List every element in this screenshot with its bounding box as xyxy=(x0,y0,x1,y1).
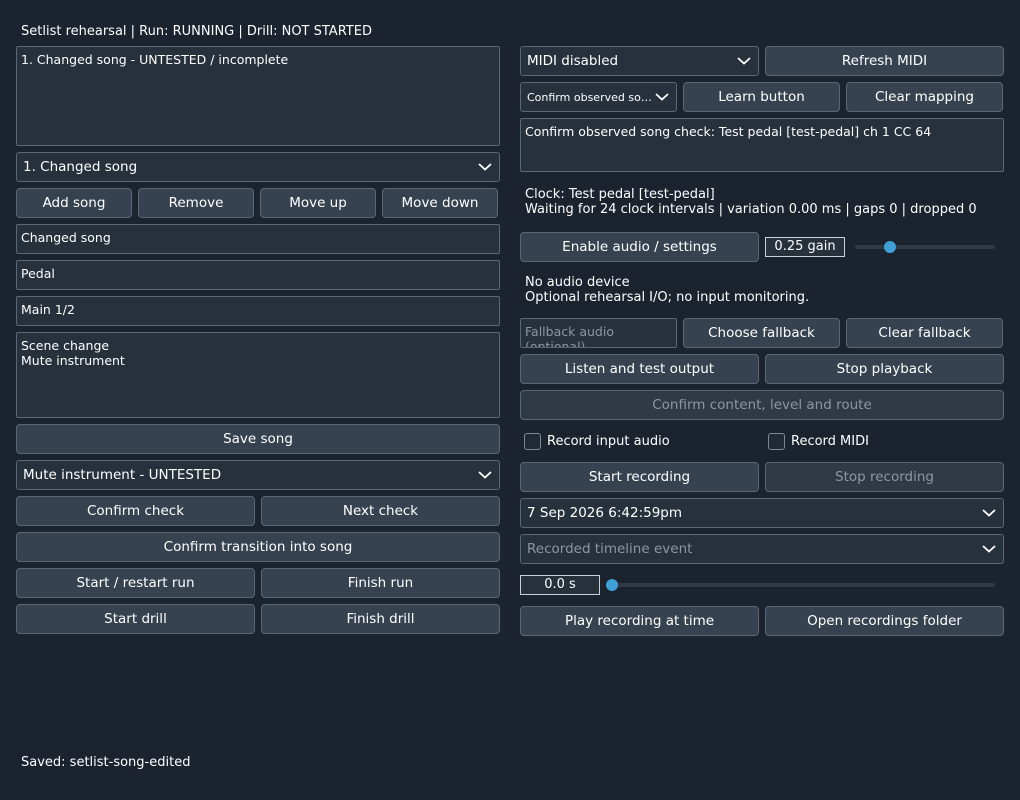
song-select[interactable]: 1. Changed song xyxy=(16,152,500,182)
confirm-check-button[interactable]: Confirm check xyxy=(16,496,255,526)
recording-date-select[interactable]: 7 Sep 2026 6:42:59pm xyxy=(520,498,1004,528)
next-check-button[interactable]: Next check xyxy=(261,496,500,526)
play-recording-button[interactable]: Play recording at time xyxy=(520,606,759,636)
stop-playback-button[interactable]: Stop playback xyxy=(765,354,1004,384)
start-recording-button[interactable]: Start recording xyxy=(520,462,759,492)
remove-song-button[interactable]: Remove xyxy=(138,188,254,218)
saved-status: Saved: setlist-song-edited xyxy=(21,755,191,770)
gain-value: 0.25 gain xyxy=(765,237,845,257)
clear-fallback-button[interactable]: Clear fallback xyxy=(846,318,1003,348)
clock-status-label: Waiting for 24 clock intervals | variati… xyxy=(525,202,977,217)
chevron-down-icon xyxy=(477,162,493,172)
move-down-button[interactable]: Move down xyxy=(382,188,498,218)
add-song-button[interactable]: Add song xyxy=(16,188,132,218)
mapping-target-value: Confirm observed song... xyxy=(527,90,654,104)
audio-device-status: No audio device xyxy=(525,275,630,290)
timeline-event-select[interactable]: Recorded timeline event xyxy=(520,534,1004,564)
audio-io-note: Optional rehearsal I/O; no input monitor… xyxy=(525,290,810,305)
chevron-down-icon xyxy=(981,544,997,554)
clear-mapping-button[interactable]: Clear mapping xyxy=(846,82,1003,112)
recording-date-value: 7 Sep 2026 6:42:59pm xyxy=(527,505,683,521)
chevron-down-icon xyxy=(477,470,493,480)
chevron-down-icon xyxy=(981,508,997,518)
chevron-down-icon xyxy=(654,92,670,102)
song-select-value: 1. Changed song xyxy=(23,159,138,175)
time-slider-handle[interactable] xyxy=(606,579,618,591)
save-song-button[interactable]: Save song xyxy=(16,424,500,454)
song-list[interactable]: 1. Changed song - UNTESTED / incomplete xyxy=(16,46,500,146)
song-name-field[interactable]: Changed song xyxy=(16,224,500,254)
enable-audio-button[interactable]: Enable audio / settings xyxy=(520,232,759,262)
refresh-midi-button[interactable]: Refresh MIDI xyxy=(765,46,1004,76)
patch-field[interactable]: Main 1/2 xyxy=(16,296,500,326)
finish-run-button[interactable]: Finish run xyxy=(261,568,500,598)
time-value: 0.0 s xyxy=(520,575,600,595)
pedal-field[interactable]: Pedal xyxy=(16,260,500,290)
gain-slider-track[interactable] xyxy=(855,245,995,249)
listen-test-output-button[interactable]: Listen and test output xyxy=(520,354,759,384)
record-input-audio-checkbox[interactable] xyxy=(524,433,541,450)
mapping-target-select[interactable]: Confirm observed song... xyxy=(520,82,677,112)
record-input-audio-label: Record input audio xyxy=(547,434,670,449)
fallback-audio-field[interactable]: Fallback audio (optional) xyxy=(520,318,677,348)
gain-slider-handle[interactable] xyxy=(884,241,896,253)
midi-device-select[interactable]: MIDI disabled xyxy=(520,46,759,76)
open-recordings-folder-button[interactable]: Open recordings folder xyxy=(765,606,1004,636)
record-midi-label: Record MIDI xyxy=(791,434,869,449)
learn-button[interactable]: Learn button xyxy=(683,82,840,112)
mapping-status-field[interactable]: Confirm observed song check: Test pedal … xyxy=(520,118,1004,172)
confirm-transition-button[interactable]: Confirm transition into song xyxy=(16,532,500,562)
start-drill-button[interactable]: Start drill xyxy=(16,604,255,634)
check-select[interactable]: Mute instrument - UNTESTED xyxy=(16,460,500,490)
record-midi-checkbox[interactable] xyxy=(768,433,785,450)
notes-field[interactable]: Scene change Mute instrument xyxy=(16,332,500,418)
choose-fallback-button[interactable]: Choose fallback xyxy=(683,318,840,348)
start-restart-run-button[interactable]: Start / restart run xyxy=(16,568,255,598)
setlist-rehearsal-window: Setlist rehearsal | Run: RUNNING | Drill… xyxy=(0,0,1020,800)
status-line: Setlist rehearsal | Run: RUNNING | Drill… xyxy=(21,24,372,39)
chevron-down-icon xyxy=(736,56,752,66)
move-up-button[interactable]: Move up xyxy=(260,188,376,218)
check-select-value: Mute instrument - UNTESTED xyxy=(23,467,222,483)
clock-source-label: Clock: Test pedal [test-pedal] xyxy=(525,187,715,202)
midi-device-value: MIDI disabled xyxy=(527,53,619,69)
time-slider-track[interactable] xyxy=(610,583,995,587)
confirm-content-button[interactable]: Confirm content, level and route xyxy=(520,390,1004,420)
stop-recording-button[interactable]: Stop recording xyxy=(765,462,1004,492)
finish-drill-button[interactable]: Finish drill xyxy=(261,604,500,634)
timeline-event-placeholder: Recorded timeline event xyxy=(527,541,693,557)
